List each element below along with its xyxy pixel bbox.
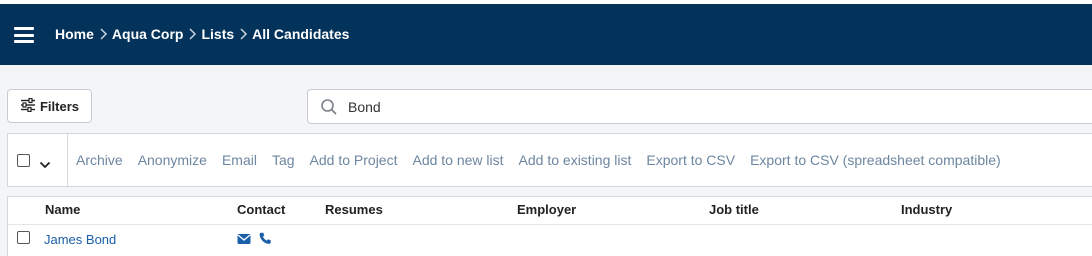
email-action[interactable]: Email bbox=[222, 152, 257, 168]
top-navbar: Home Aqua Corp Lists All Candidates bbox=[0, 4, 1092, 65]
breadcrumb-home[interactable]: Home bbox=[55, 26, 94, 42]
column-header-contact: Contact bbox=[237, 202, 286, 217]
divider bbox=[67, 134, 68, 186]
filters-button[interactable]: Filters bbox=[7, 89, 92, 123]
chevron-down-icon[interactable] bbox=[39, 156, 51, 174]
table-row: James Bond bbox=[8, 225, 1092, 255]
add-to-new-list-action[interactable]: Add to new list bbox=[412, 152, 503, 168]
column-header-employer[interactable]: Employer bbox=[517, 202, 576, 217]
column-header-job-title[interactable]: Job title bbox=[709, 202, 759, 217]
action-links: Archive Anonymize Email Tag Add to Proje… bbox=[76, 152, 1001, 168]
breadcrumb-lists[interactable]: Lists bbox=[201, 26, 234, 42]
tag-action[interactable]: Tag bbox=[272, 152, 295, 168]
chevron-right-icon bbox=[98, 27, 108, 41]
column-header-resumes: Resumes bbox=[325, 202, 383, 217]
candidate-name-link[interactable]: James Bond bbox=[44, 232, 116, 247]
search-box bbox=[307, 89, 1092, 124]
row-checkbox[interactable] bbox=[17, 231, 30, 244]
search-icon bbox=[320, 98, 338, 121]
column-header-industry[interactable]: Industry bbox=[901, 202, 952, 217]
column-header-name[interactable]: Name bbox=[45, 202, 80, 217]
sliders-icon bbox=[20, 97, 36, 115]
breadcrumb: Home Aqua Corp Lists All Candidates bbox=[55, 26, 349, 42]
envelope-icon[interactable] bbox=[237, 232, 251, 250]
export-csv-spreadsheet-action[interactable]: Export to CSV (spreadsheet compatible) bbox=[750, 152, 1001, 168]
select-all-checkbox[interactable] bbox=[17, 154, 30, 167]
add-to-existing-list-action[interactable]: Add to existing list bbox=[519, 152, 632, 168]
menu-icon[interactable] bbox=[14, 27, 34, 43]
export-csv-action[interactable]: Export to CSV bbox=[646, 152, 735, 168]
contact-icons bbox=[237, 232, 272, 250]
phone-icon[interactable] bbox=[259, 232, 272, 250]
anonymize-action[interactable]: Anonymize bbox=[138, 152, 207, 168]
search-input[interactable] bbox=[348, 96, 1048, 118]
add-to-project-action[interactable]: Add to Project bbox=[310, 152, 398, 168]
bulk-action-bar: Archive Anonymize Email Tag Add to Proje… bbox=[7, 133, 1092, 187]
table-header: Name Contact Resumes Employer Job title … bbox=[8, 197, 1092, 221]
breadcrumb-company[interactable]: Aqua Corp bbox=[112, 26, 184, 42]
filters-label: Filters bbox=[39, 98, 79, 114]
breadcrumb-current: All Candidates bbox=[252, 26, 350, 42]
chevron-right-icon bbox=[238, 27, 248, 41]
candidates-table: Name Contact Resumes Employer Job title … bbox=[7, 196, 1092, 256]
archive-action[interactable]: Archive bbox=[76, 152, 123, 168]
chevron-right-icon bbox=[187, 27, 197, 41]
